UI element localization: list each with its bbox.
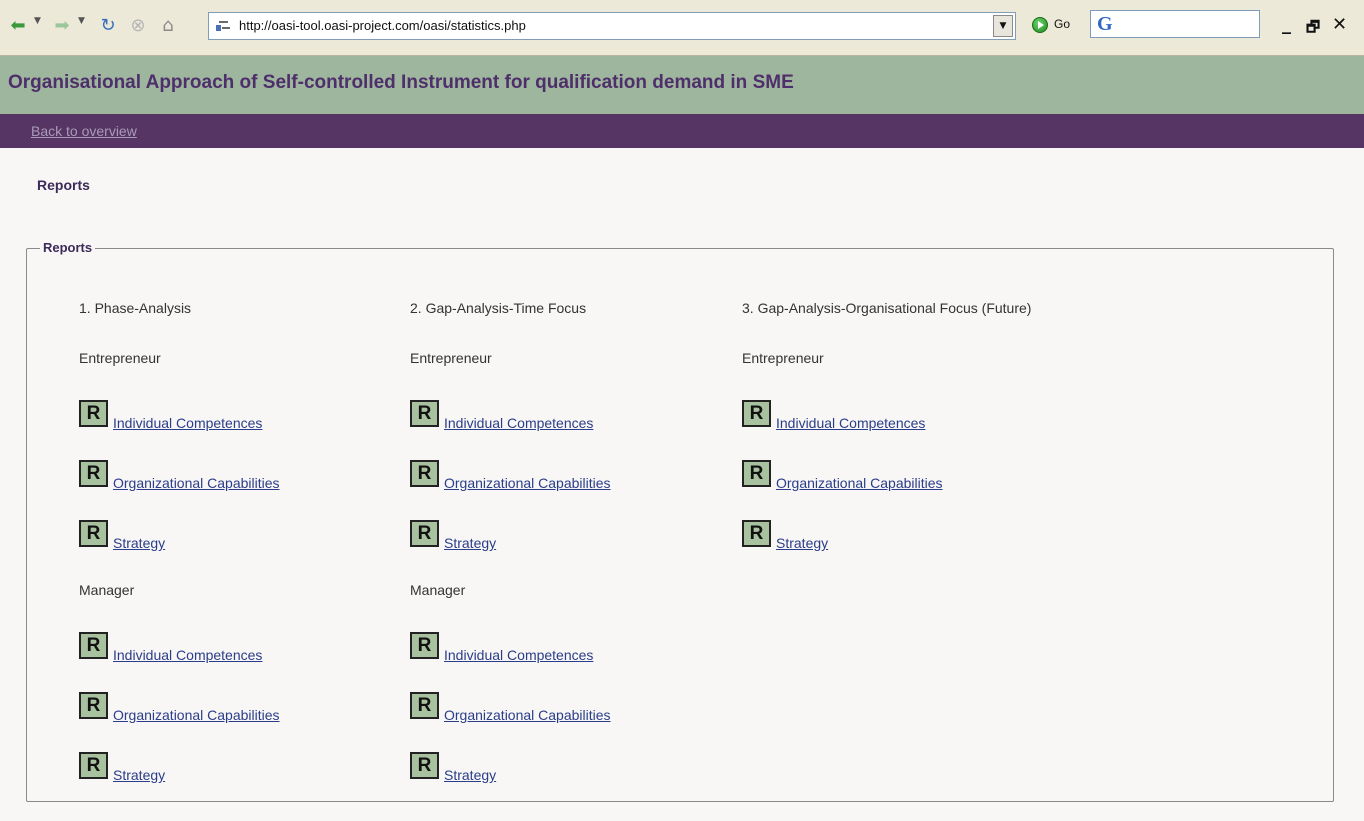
report-item[interactable]: R Individual Competences [410,400,593,431]
report-icon[interactable]: R [742,520,771,547]
back-to-overview-link[interactable]: Back to overview [31,123,137,139]
search-logo-icon: G [1097,13,1113,35]
report-icon[interactable]: R [742,460,771,487]
go-icon[interactable] [1032,17,1048,33]
report-item[interactable]: R Organizational Capabilities [410,460,611,491]
go-button[interactable]: Go [1054,17,1070,31]
report-icon[interactable]: R [79,692,108,719]
report-link[interactable]: Strategy [444,535,496,551]
report-link[interactable]: Strategy [113,767,165,783]
report-icon[interactable]: R [410,520,439,547]
report-item[interactable]: R Individual Competences [79,632,262,663]
report-icon[interactable]: R [742,400,771,427]
report-link[interactable]: Organizational Capabilities [776,475,943,491]
report-item[interactable]: R Individual Competences [410,632,593,663]
address-bar[interactable]: http://oasi-tool.oasi-project.com/oasi/s… [208,12,1016,40]
report-link[interactable]: Organizational Capabilities [113,475,280,491]
back-arrow-icon[interactable]: ⬅ [6,14,30,38]
report-icon[interactable]: R [79,752,108,779]
restore-icon[interactable]: 🗗 [1306,17,1320,42]
group-label: Entrepreneur [742,350,824,366]
home-icon[interactable]: ⌂ [156,14,180,38]
column-title: 3. Gap-Analysis-Organisational Focus (Fu… [742,300,1032,316]
address-url[interactable]: http://oasi-tool.oasi-project.com/oasi/s… [239,13,526,39]
report-item[interactable]: R Strategy [79,520,165,551]
report-link[interactable]: Organizational Capabilities [113,707,280,723]
page-header: Organisational Approach of Self-controll… [0,56,1364,114]
report-item[interactable]: R Strategy [410,520,496,551]
group-label: Manager [79,582,135,598]
browser-toolbar: ⬅ ▼ ➡ ▼ ↻ ⊗ ⌂ http://oasi-tool.oasi-proj… [0,0,1364,56]
report-item[interactable]: R Organizational Capabilities [79,460,280,491]
report-link[interactable]: Strategy [444,767,496,783]
report-link[interactable]: Individual Competences [776,415,925,431]
search-toolbar-input[interactable]: G [1090,10,1260,38]
report-item[interactable]: R Strategy [410,752,496,783]
report-link[interactable]: Individual Competences [113,415,262,431]
fieldset-legend: Reports [40,240,96,255]
report-item[interactable]: R Organizational Capabilities [79,692,280,723]
forward-arrow-icon[interactable]: ➡ [50,14,74,38]
report-link[interactable]: Individual Competences [444,647,593,663]
report-icon[interactable]: R [79,520,108,547]
page-icon [216,21,230,31]
report-icon[interactable]: R [410,692,439,719]
group-label: Entrepreneur [79,350,161,366]
report-link[interactable]: Organizational Capabilities [444,707,611,723]
back-dropdown-icon[interactable]: ▼ [34,16,41,26]
report-link[interactable]: Individual Competences [113,647,262,663]
refresh-icon[interactable]: ↻ [96,14,120,38]
column-title: 1. Phase-Analysis [79,300,192,316]
report-item[interactable]: R Individual Competences [742,400,925,431]
report-item[interactable]: R Strategy [79,752,165,783]
group-label: Manager [410,582,466,598]
report-item[interactable]: R Individual Competences [79,400,262,431]
report-icon[interactable]: R [410,460,439,487]
report-link[interactable]: Strategy [113,535,165,551]
report-icon[interactable]: R [410,400,439,427]
close-icon[interactable]: ✕ [1332,14,1347,35]
column-title: 2. Gap-Analysis-Time Focus [410,300,587,316]
report-link[interactable]: Individual Competences [444,415,593,431]
report-item[interactable]: R Organizational Capabilities [742,460,943,491]
address-dropdown-icon[interactable]: ▼ [993,15,1013,37]
report-icon[interactable]: R [79,460,108,487]
report-icon[interactable]: R [410,752,439,779]
report-icon[interactable]: R [410,632,439,659]
report-icon[interactable]: R [79,400,108,427]
report-item[interactable]: R Organizational Capabilities [410,692,611,723]
section-heading: Reports [37,177,90,193]
group-label: Entrepreneur [410,350,492,366]
report-icon[interactable]: R [79,632,108,659]
report-item[interactable]: R Strategy [742,520,828,551]
minimize-icon[interactable]: _ [1282,14,1291,35]
report-link[interactable]: Organizational Capabilities [444,475,611,491]
report-link[interactable]: Strategy [776,535,828,551]
page-title: Organisational Approach of Self-controll… [8,72,794,93]
nav-bar: Back to overview [0,114,1364,148]
stop-icon[interactable]: ⊗ [126,14,150,38]
forward-dropdown-icon[interactable]: ▼ [78,16,85,26]
